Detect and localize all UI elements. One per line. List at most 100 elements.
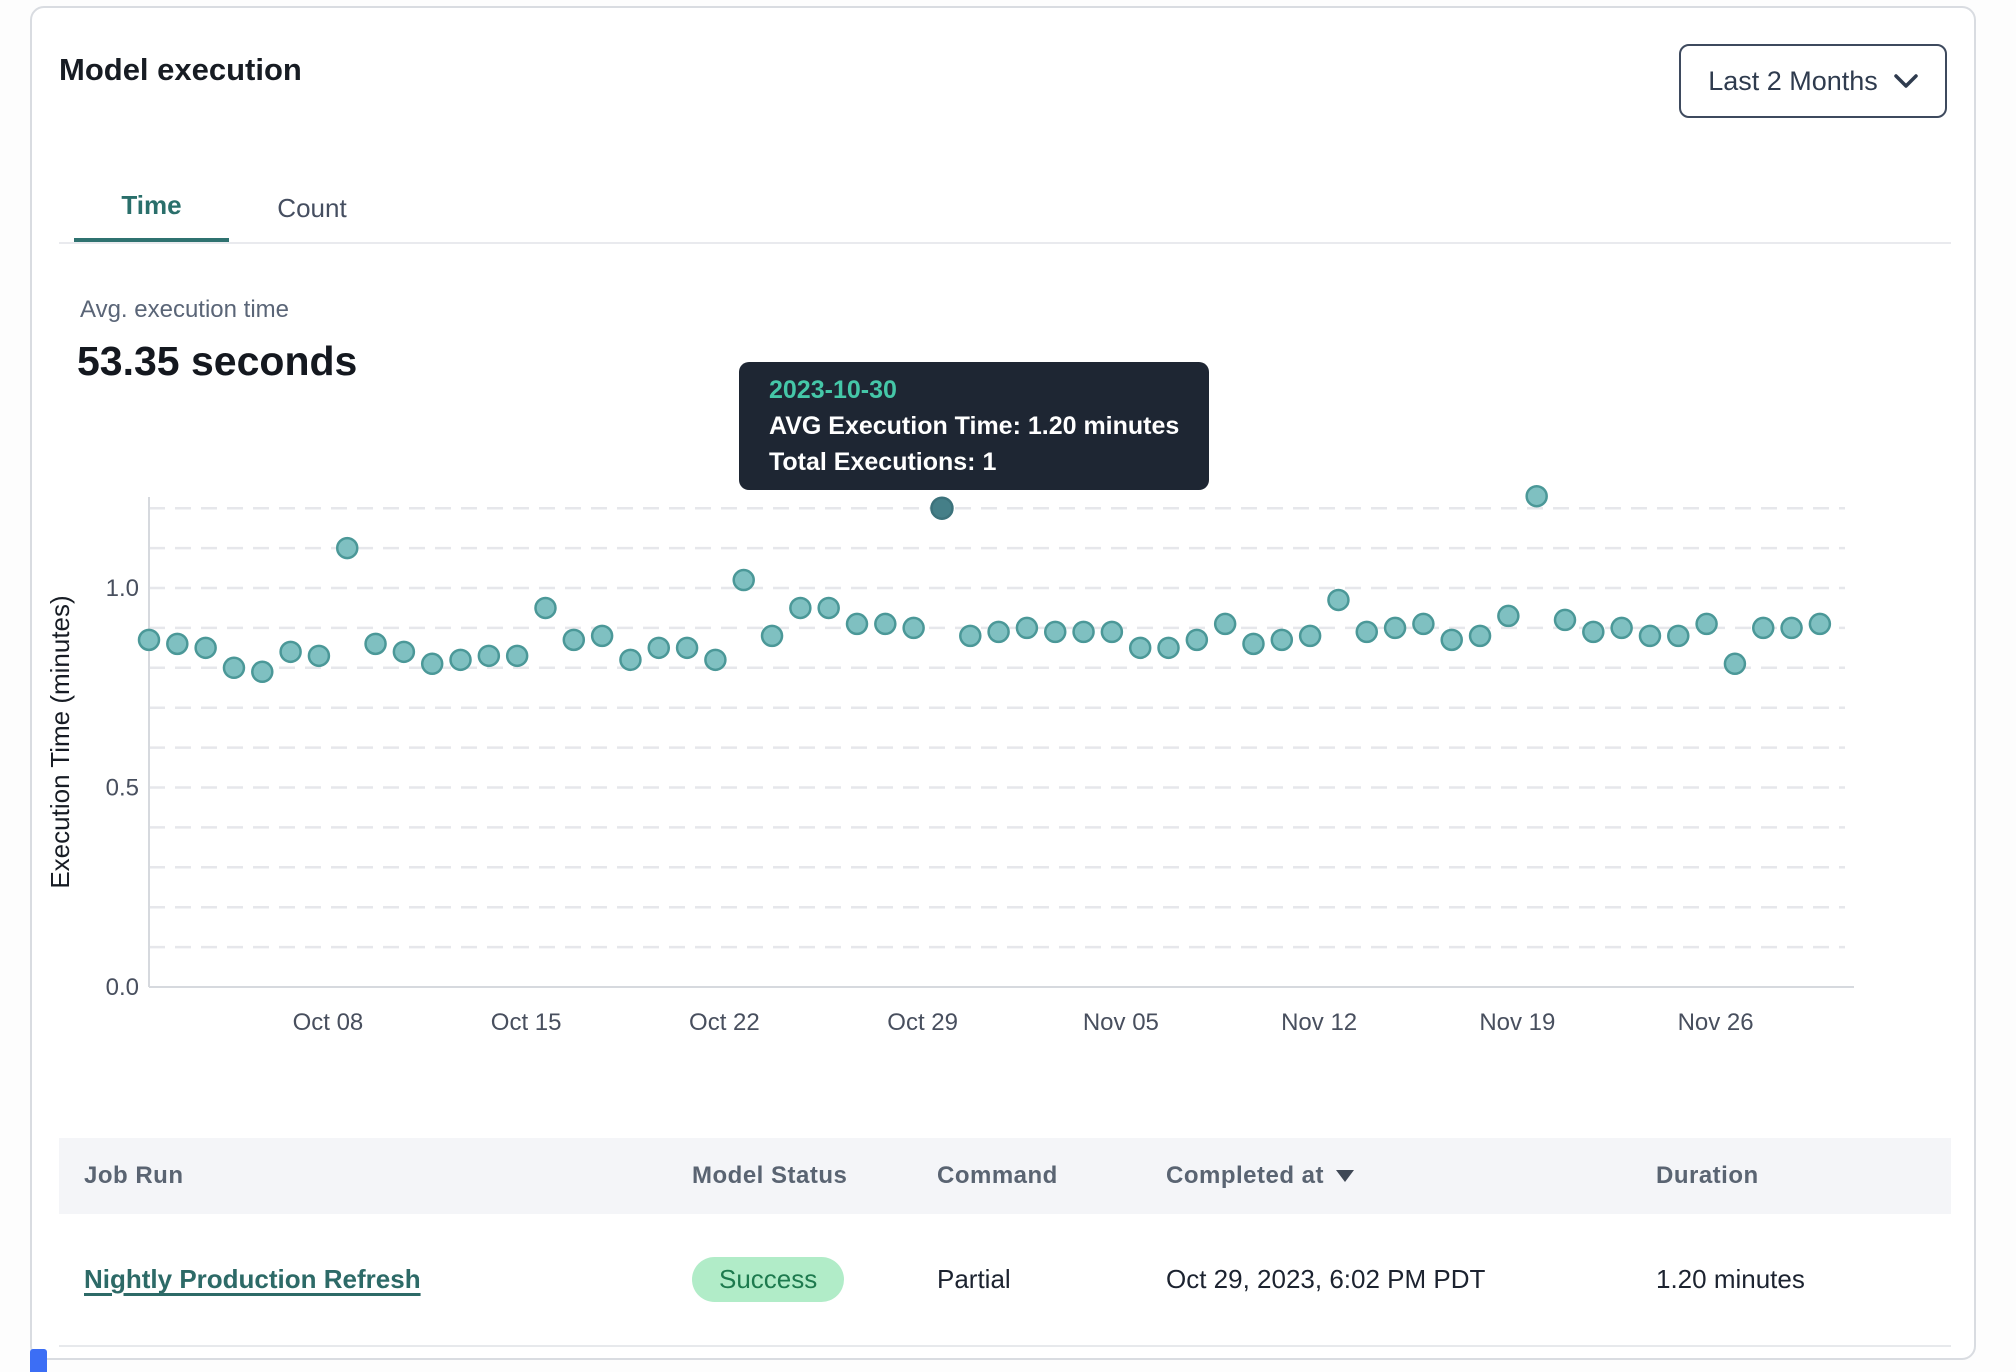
data-point[interactable] [507, 646, 527, 666]
x-tick-label: Oct 22 [689, 1009, 760, 1036]
data-point[interactable] [1300, 626, 1320, 646]
data-point[interactable] [1697, 614, 1717, 634]
tooltip-avg-execution-time: AVG Execution Time: 1.20 minutes [769, 408, 1179, 444]
data-point[interactable] [875, 614, 895, 634]
data-point[interactable] [1527, 486, 1547, 506]
data-point[interactable] [819, 598, 839, 618]
tab-count[interactable]: Count [229, 172, 395, 244]
partial-blue-element [30, 1349, 47, 1372]
tab-time[interactable]: Time [74, 172, 229, 244]
table-row: Nightly Production Refresh Success Parti… [59, 1214, 1951, 1347]
page-title: Model execution [59, 52, 302, 88]
data-point[interactable] [762, 626, 782, 646]
tabs-divider [59, 242, 1951, 244]
data-point[interactable] [1159, 638, 1179, 658]
column-header-command: Command [912, 1162, 1141, 1190]
table-header: Job Run Model Status Command Completed a… [59, 1138, 1951, 1214]
completed-at-cell: Oct 29, 2023, 6:02 PM PDT [1141, 1264, 1631, 1295]
data-point[interactable] [479, 646, 499, 666]
data-point[interactable] [1187, 630, 1207, 650]
data-point[interactable] [1045, 622, 1065, 642]
x-tick-label: Nov 12 [1281, 1009, 1357, 1036]
column-header-duration: Duration [1631, 1162, 1951, 1190]
data-point[interactable] [1583, 622, 1603, 642]
data-point[interactable] [252, 662, 272, 682]
data-point[interactable] [224, 658, 244, 678]
data-point[interactable] [1782, 618, 1802, 638]
tab-count-label: Count [277, 193, 346, 224]
data-point[interactable] [1215, 614, 1235, 634]
data-point[interactable] [592, 626, 612, 646]
data-point[interactable] [649, 638, 669, 658]
status-badge: Success [692, 1257, 844, 1302]
data-point[interactable] [960, 626, 980, 646]
data-point[interactable] [847, 614, 867, 634]
chart-tabs: Time Count [74, 172, 395, 244]
command-cell: Partial [912, 1264, 1141, 1295]
date-range-label: Last 2 Months [1708, 66, 1878, 97]
data-point-highlighted[interactable] [931, 498, 952, 519]
job-run-link[interactable]: Nightly Production Refresh [84, 1264, 421, 1294]
data-point[interactable] [1102, 622, 1122, 642]
execution-time-scatter-chart[interactable]: 0.0 0.5 1.0 Oct 08 Oct 15 Oct 22 Oct 29 Nov 05 N… [42, 452, 2002, 1052]
data-point[interactable] [196, 638, 216, 658]
data-point[interactable] [281, 642, 301, 662]
data-point[interactable] [1243, 634, 1263, 654]
data-point[interactable] [1612, 618, 1632, 638]
y-tick-label: 1.0 [106, 575, 139, 602]
x-tick-label: Nov 19 [1479, 1009, 1555, 1036]
data-point[interactable] [422, 654, 442, 674]
data-point[interactable] [1017, 618, 1037, 638]
y-tick-label: 0.0 [106, 974, 139, 1001]
tooltip-total-executions: Total Executions: 1 [769, 444, 1179, 480]
data-point[interactable] [1753, 618, 1773, 638]
data-point[interactable] [1442, 630, 1462, 650]
sort-desc-icon [1336, 1170, 1354, 1182]
data-point[interactable] [1385, 618, 1405, 638]
data-point[interactable] [337, 538, 357, 558]
data-point[interactable] [904, 618, 924, 638]
column-header-model-status: Model Status [667, 1162, 912, 1190]
x-tick-label: Oct 08 [293, 1009, 364, 1036]
date-range-dropdown[interactable]: Last 2 Months [1679, 44, 1947, 118]
x-tick-label: Oct 29 [887, 1009, 958, 1036]
tab-time-label: Time [121, 190, 181, 221]
data-point[interactable] [1668, 626, 1688, 646]
data-point[interactable] [705, 650, 725, 670]
data-point[interactable] [1130, 638, 1150, 658]
data-point[interactable] [1810, 614, 1830, 634]
x-tick-label: Oct 15 [491, 1009, 562, 1036]
data-point[interactable] [394, 642, 414, 662]
y-axis-title: Execution Time (minutes) [45, 595, 75, 888]
data-point[interactable] [1328, 590, 1348, 610]
column-header-job-run: Job Run [59, 1162, 667, 1190]
data-point[interactable] [535, 598, 555, 618]
data-point[interactable] [1074, 622, 1094, 642]
data-point[interactable] [1272, 630, 1292, 650]
data-point[interactable] [1357, 622, 1377, 642]
data-point[interactable] [677, 638, 697, 658]
data-point[interactable] [1640, 626, 1660, 646]
data-point[interactable] [564, 630, 584, 650]
avg-execution-time-label: Avg. execution time [80, 296, 289, 324]
x-tick-label: Nov 05 [1083, 1009, 1159, 1036]
data-point[interactable] [309, 646, 329, 666]
data-point[interactable] [1555, 610, 1575, 630]
data-point[interactable] [790, 598, 810, 618]
tooltip-date: 2023-10-30 [769, 372, 1179, 408]
data-point[interactable] [1725, 654, 1745, 674]
data-point[interactable] [734, 570, 754, 590]
data-point[interactable] [1498, 606, 1518, 626]
column-header-completed-at[interactable]: Completed at [1141, 1162, 1631, 1190]
data-point[interactable] [366, 634, 386, 654]
data-point[interactable] [167, 634, 187, 654]
data-point[interactable] [989, 622, 1009, 642]
data-point[interactable] [620, 650, 640, 670]
chart-tooltip: 2023-10-30 AVG Execution Time: 1.20 minu… [739, 362, 1209, 490]
data-point[interactable] [1470, 626, 1490, 646]
y-tick-label: 0.5 [106, 775, 139, 802]
data-point[interactable] [139, 630, 159, 650]
avg-execution-time-value: 53.35 seconds [77, 338, 357, 385]
data-point[interactable] [1413, 614, 1433, 634]
data-point[interactable] [451, 650, 471, 670]
